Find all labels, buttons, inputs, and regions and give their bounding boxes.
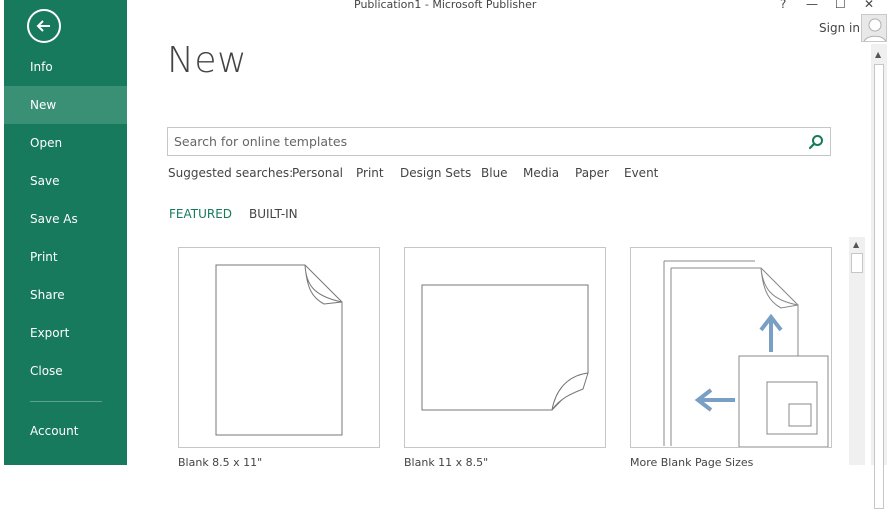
suggested-blue[interactable]: Blue bbox=[481, 166, 508, 180]
suggested-label: Suggested searches: bbox=[168, 166, 294, 180]
suggested-paper[interactable]: Paper bbox=[575, 166, 609, 180]
minimize-button[interactable]: — bbox=[806, 0, 818, 11]
templates-scroll-thumb[interactable] bbox=[851, 253, 863, 273]
nav-new[interactable]: New bbox=[4, 86, 127, 124]
user-silhouette-icon bbox=[864, 18, 886, 41]
nav-close[interactable]: Close bbox=[4, 352, 127, 390]
nav-save-as[interactable]: Save As bbox=[4, 200, 127, 238]
help-button[interactable]: ? bbox=[780, 0, 786, 11]
page-scroll-thumb[interactable] bbox=[874, 64, 884, 509]
back-arrow-icon bbox=[36, 20, 50, 32]
more-page-sizes-icon bbox=[663, 260, 829, 448]
restore-button[interactable]: ☐ bbox=[835, 0, 846, 11]
suggested-event[interactable]: Event bbox=[624, 166, 658, 180]
search-input[interactable] bbox=[174, 132, 774, 151]
template-label-portrait: Blank 8.5 x 11" bbox=[178, 456, 263, 469]
template-more-blank-sizes[interactable] bbox=[630, 247, 832, 448]
nav-open[interactable]: Open bbox=[4, 124, 127, 162]
scroll-up-arrow-icon[interactable]: ▲ bbox=[853, 240, 859, 249]
suggested-personal[interactable]: Personal bbox=[292, 166, 343, 180]
back-button[interactable] bbox=[27, 9, 61, 43]
window-title: Publication1 - Microsoft Publisher bbox=[354, 0, 537, 11]
nav-account[interactable]: Account bbox=[4, 412, 127, 450]
nav-info[interactable]: Info bbox=[4, 48, 127, 86]
page-title: New bbox=[167, 40, 248, 81]
nav-share[interactable]: Share bbox=[4, 276, 127, 314]
suggested-media[interactable]: Media bbox=[523, 166, 559, 180]
backstage-sidebar: Info New Open Save Save As Print Share E… bbox=[0, 0, 127, 465]
avatar[interactable] bbox=[861, 14, 887, 42]
search-box[interactable] bbox=[167, 127, 831, 156]
suggested-print[interactable]: Print bbox=[356, 166, 384, 180]
close-window-button[interactable]: ✕ bbox=[864, 0, 874, 11]
templates-scrollbar[interactable]: ▲ bbox=[849, 237, 865, 465]
tab-built-in[interactable]: BUILT-IN bbox=[249, 207, 298, 221]
nav-save[interactable]: Save bbox=[4, 162, 127, 200]
title-bar: Publication1 - Microsoft Publisher bbox=[127, 0, 887, 14]
page-scrollbar[interactable]: ▲ bbox=[871, 44, 887, 509]
template-label-more-sizes: More Blank Page Sizes bbox=[630, 456, 754, 469]
template-blank-landscape[interactable] bbox=[404, 247, 606, 448]
page-scroll-up-arrow-icon[interactable]: ▲ bbox=[875, 50, 881, 59]
blank-portrait-page-icon bbox=[215, 264, 343, 436]
blank-landscape-page-icon bbox=[421, 284, 589, 411]
sign-in-link[interactable]: Sign in bbox=[819, 21, 860, 35]
nav-print[interactable]: Print bbox=[4, 238, 127, 276]
template-label-landscape: Blank 11 x 8.5" bbox=[404, 456, 489, 469]
nav-export[interactable]: Export bbox=[4, 314, 127, 352]
tab-featured[interactable]: FEATURED bbox=[169, 207, 232, 221]
template-blank-portrait[interactable] bbox=[178, 247, 380, 448]
nav-divider bbox=[30, 401, 102, 402]
suggested-design-sets[interactable]: Design Sets bbox=[400, 166, 471, 180]
search-icon[interactable] bbox=[808, 134, 824, 150]
